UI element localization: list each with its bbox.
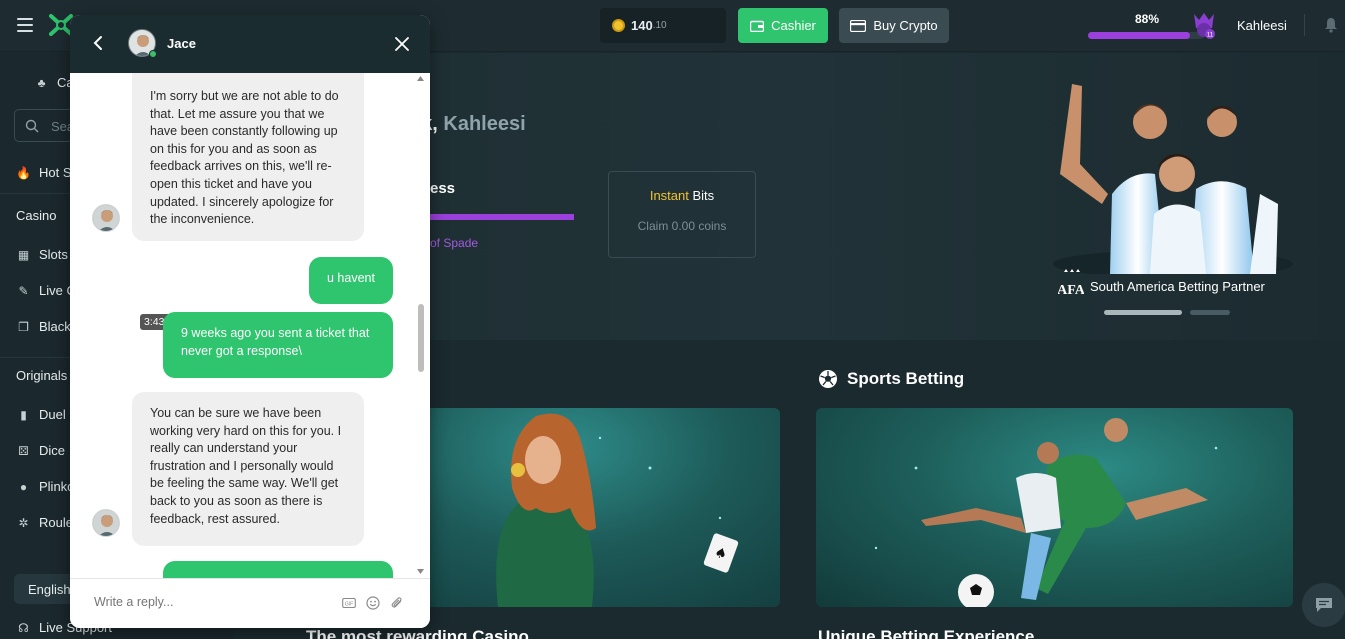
sports-betting-heading: Sports Betting bbox=[818, 369, 964, 389]
sidebar-item-label: Hot S bbox=[39, 165, 72, 180]
support-chat-window: Jace I'm sorry but we are not able to do… bbox=[70, 15, 430, 628]
vip-title: ess bbox=[430, 180, 456, 197]
bell-icon[interactable] bbox=[1324, 17, 1338, 33]
agent-message: You can be sure we have been working ver… bbox=[132, 392, 364, 546]
roulette-icon: ✲ bbox=[18, 515, 29, 530]
live-chat-launcher[interactable] bbox=[1302, 583, 1345, 627]
user-message: u havent bbox=[309, 257, 393, 304]
sidebar-item-live-casino[interactable]: ✎ Live C bbox=[16, 283, 75, 298]
sidebar-item-hot[interactable]: 🔥 Hot S bbox=[16, 165, 72, 180]
vip-progress-fill bbox=[1088, 32, 1191, 39]
sidebar-item-label: Roule bbox=[39, 515, 73, 530]
chat-scroll-thumb[interactable] bbox=[418, 304, 424, 372]
rank-badge-icon[interactable]: 11 bbox=[1190, 10, 1218, 40]
reply-input[interactable] bbox=[94, 595, 324, 609]
vip-progress-percent: 88% bbox=[1135, 12, 1160, 26]
gif-icon[interactable]: GIF bbox=[342, 596, 356, 610]
headset-icon: ☊ bbox=[18, 620, 29, 635]
welcome-name: Kahleesi bbox=[443, 113, 526, 135]
slots-icon: ▦ bbox=[17, 247, 30, 262]
chat-bubble-icon bbox=[1316, 598, 1332, 612]
cashier-button[interactable]: Cashier bbox=[738, 8, 828, 43]
dice-icon: ⚄ bbox=[18, 443, 29, 458]
sidebar-item-slots[interactable]: ▦ Slots bbox=[16, 247, 68, 262]
user-message: 9 weeks ago you sent a ticket that never… bbox=[163, 312, 393, 378]
menu-icon[interactable] bbox=[17, 18, 33, 32]
hero-slider-dots bbox=[1104, 310, 1230, 315]
casino-caption: The most rewarding Casino bbox=[306, 627, 529, 639]
wallet-icon bbox=[750, 20, 765, 32]
sidebar-item-roulette[interactable]: ✲ Roule bbox=[16, 515, 73, 530]
soccer-ball-icon bbox=[819, 370, 837, 388]
cashier-label: Cashier bbox=[771, 18, 816, 33]
sidebar-header-casino: Casino bbox=[16, 208, 57, 223]
sidebar-header-originals: Originals bbox=[16, 368, 68, 383]
sidebar-item-label: Duel bbox=[39, 407, 66, 422]
slider-dot[interactable] bbox=[1190, 310, 1230, 315]
buy-crypto-label: Buy Crypto bbox=[873, 18, 938, 33]
svg-text:AFA: AFA bbox=[1058, 283, 1084, 298]
balance-whole: 140 bbox=[631, 18, 653, 33]
agent-name: Jace bbox=[167, 36, 196, 51]
sidebar-item-label: Dice bbox=[39, 443, 66, 458]
online-status-indicator bbox=[149, 50, 157, 58]
fire-icon: 🔥 bbox=[16, 165, 31, 180]
back-arrow-icon[interactable] bbox=[92, 35, 104, 51]
attachment-icon[interactable] bbox=[390, 596, 404, 610]
balance-decimal: .10 bbox=[652, 20, 667, 31]
vip-next-rank[interactable]: of Spade bbox=[430, 236, 478, 250]
agent-message: I'm sorry but we are not able to do that… bbox=[132, 73, 364, 241]
instant-bits-claim: Claim 0.00 coins bbox=[637, 219, 727, 233]
sidebar-item-plinko[interactable]: ● Plinko bbox=[16, 479, 75, 494]
coin-icon bbox=[612, 19, 625, 32]
vip-progress-bar bbox=[1088, 32, 1204, 39]
plinko-icon: ● bbox=[19, 479, 28, 494]
sidebar-item-dice[interactable]: ⚄ Dice bbox=[16, 443, 65, 458]
instant-bits-title: Instant Bits bbox=[609, 188, 755, 203]
sidebar-item-label: Black bbox=[39, 319, 71, 334]
gif-label: GIF bbox=[345, 602, 353, 608]
emoji-icon[interactable] bbox=[366, 596, 380, 610]
slider-dot-active[interactable] bbox=[1104, 310, 1182, 315]
sidebar-item-blackjack[interactable]: ❐ Black bbox=[16, 319, 71, 334]
sidebar-item-label: Slots bbox=[39, 247, 68, 262]
agent-message-avatar bbox=[92, 509, 120, 537]
cards-icon: ❐ bbox=[18, 319, 29, 334]
username[interactable]: Kahleesi bbox=[1237, 18, 1287, 33]
partner-text: South America Betting Partner bbox=[1090, 278, 1265, 294]
agent-message-avatar bbox=[92, 204, 120, 232]
sports-caption: Unique Betting Experience bbox=[818, 627, 1035, 639]
balance-display[interactable]: 140.10 bbox=[600, 8, 726, 43]
live-casino-icon: ✎ bbox=[18, 283, 29, 298]
instant-bits-card[interactable]: Instant Bits Claim 0.00 coins bbox=[608, 171, 756, 258]
search-icon bbox=[25, 119, 39, 133]
close-icon[interactable] bbox=[395, 37, 409, 51]
vip-level-bar bbox=[430, 214, 574, 220]
card-icon bbox=[850, 19, 867, 32]
cherry-icon: ♣ bbox=[37, 75, 46, 90]
afa-logo-icon: AFA bbox=[1058, 269, 1084, 298]
language-label: English bbox=[28, 581, 71, 597]
sports-betting-title: Sports Betting bbox=[847, 369, 965, 388]
chat-messages[interactable]: I'm sorry but we are not able to do that… bbox=[70, 73, 430, 578]
instant-highlight: Instant bbox=[649, 188, 689, 203]
sports-illustration bbox=[874, 418, 1218, 607]
sports-card[interactable] bbox=[816, 408, 1293, 607]
user-message-partial bbox=[163, 561, 393, 578]
partner-badge: AFA South America Betting Partner bbox=[1058, 268, 1265, 304]
duel-icon: ▮ bbox=[20, 407, 27, 422]
instant-rest: Bits bbox=[692, 188, 715, 203]
chat-composer: GIF bbox=[70, 578, 430, 628]
buy-crypto-button[interactable]: Buy Crypto bbox=[839, 8, 949, 43]
chat-header: Jace bbox=[70, 15, 430, 73]
sidebar-item-duel[interactable]: ▮ Duel bbox=[16, 407, 66, 422]
sidebar-item-casino-top[interactable]: ♣ Ca bbox=[34, 75, 74, 90]
rank-level: 11 bbox=[1207, 33, 1214, 39]
players-illustration bbox=[1053, 84, 1293, 274]
divider bbox=[1304, 14, 1305, 36]
